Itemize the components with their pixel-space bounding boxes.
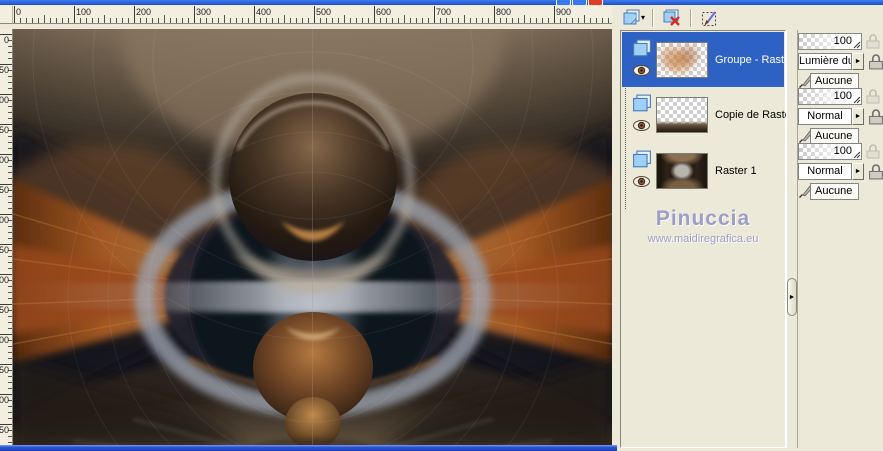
ruler-tick-label: 200 <box>136 7 152 17</box>
ruler-vertical: 0 50 100 150 200 250 300 350 400 450 500 550 600 650 <box>0 29 13 448</box>
ruler-tick-label: 50 <box>0 65 9 75</box>
watermark: Pinuccia www.maidiregrafica.eu <box>621 207 785 245</box>
opacity-slider[interactable]: 100 <box>798 143 862 160</box>
blend-mode-select[interactable]: Normal <box>798 163 852 180</box>
link-lock-icon[interactable] <box>866 89 880 104</box>
slider-grip-icon[interactable] <box>853 96 861 104</box>
watermark-url: www.maidiregrafica.eu <box>647 233 759 245</box>
controls-copie-de-raster-1: 100 Normal ► Aucune <box>798 88 883 148</box>
ruler-tick-label: 300 <box>196 7 212 17</box>
slider-grip-icon[interactable] <box>853 41 861 49</box>
right-arrow-icon: ► <box>854 168 862 175</box>
layers-icon <box>623 9 640 25</box>
visibility-eye-icon[interactable] <box>633 175 650 187</box>
layer-thumbnail[interactable] <box>656 152 708 189</box>
blend-mode-arrow-button[interactable]: ► <box>852 163 864 180</box>
ruler-corner <box>0 6 13 24</box>
ruler-tick-label: 800 <box>496 7 512 17</box>
blend-mode-select[interactable]: Lumière dure <box>798 53 852 70</box>
ruler-tick-label: 150 <box>0 125 9 135</box>
ruler-tick-label: 350 <box>0 245 9 255</box>
ruler-tick-label: 450 <box>0 305 9 315</box>
layers-toolbar: ▾ <box>617 5 883 30</box>
ruler-tick-label: 0 <box>3 35 9 45</box>
ruler-tick-label: 650 <box>0 425 9 435</box>
layer-thumbnail[interactable] <box>656 96 708 133</box>
edit-selection-icon <box>702 10 716 26</box>
ruler-tick-label: 250 <box>0 185 9 195</box>
layer-type-icon <box>633 94 651 111</box>
layer-list: Groupe - Raster 2 Copie de Raster 1 Rast… <box>620 30 804 448</box>
link-lock-icon[interactable] <box>866 34 880 49</box>
ruler-tick-label: 900 <box>556 7 572 17</box>
right-arrow-icon: ► <box>854 113 862 120</box>
opacity-slider[interactable]: 100 <box>798 33 862 50</box>
ruler-tick-label: 400 <box>0 275 9 285</box>
ruler-tick-label: 200 <box>0 155 9 165</box>
layer-row-raster-1[interactable]: Raster 1 <box>622 143 784 198</box>
canvas-window: 0 100 200 300 400 500 600 700 800 900 0 50 100 150 20… <box>0 5 617 451</box>
edit-selection-button[interactable] <box>697 7 723 29</box>
ruler-tick-label: 700 <box>436 7 452 17</box>
layers-palette: ▾ Groupe - Raster 2 Copie de Raster 1 Ra… <box>617 5 883 451</box>
ruler-tick-label: 500 <box>0 335 9 345</box>
delete-layer-icon <box>663 9 680 26</box>
visibility-eye-icon[interactable] <box>633 64 650 76</box>
transparency-lock-icon[interactable] <box>868 163 883 180</box>
ruler-tick-label: 550 <box>0 365 9 375</box>
toolbar-separator <box>690 8 692 27</box>
opacity-slider[interactable]: 100 <box>798 88 862 105</box>
layer-row-copie-de-raster-1[interactable]: Copie de Raster 1 <box>622 87 804 142</box>
ruler-horizontal: 0 100 200 300 400 500 600 700 800 900 <box>13 6 612 24</box>
splitter-handle[interactable]: ► <box>787 278 797 316</box>
layer-icons <box>630 92 654 138</box>
new-layer-button[interactable]: ▾ <box>621 7 647 29</box>
transparency-lock-icon[interactable] <box>868 108 883 125</box>
layer-row-groupe-raster-2[interactable]: Groupe - Raster 2 <box>622 32 803 87</box>
opacity-value: 100 <box>833 90 852 102</box>
toolbar-separator <box>652 8 654 27</box>
layer-controls-column: 100 Lumière dure ► <box>798 30 883 448</box>
layer-type-icon <box>633 150 651 167</box>
controls-groupe-raster-2: 100 Lumière dure ► <box>798 33 883 93</box>
right-arrow-icon: ► <box>854 58 862 65</box>
splitter-arrow-icon: ► <box>788 293 796 301</box>
delete-layer-button[interactable] <box>659 7 685 29</box>
bottom-window-strip <box>0 445 617 451</box>
visibility-eye-icon[interactable] <box>633 119 650 131</box>
layer-icons <box>630 37 654 83</box>
canvas-image[interactable] <box>13 29 612 448</box>
layer-thumbnail[interactable] <box>656 41 708 78</box>
link-lock-icon[interactable] <box>866 144 880 159</box>
ruler-tick-label: 100 <box>76 7 92 17</box>
palette-splitter[interactable]: ► <box>786 30 798 448</box>
transparency-lock-icon[interactable] <box>868 53 883 70</box>
slider-grip-icon[interactable] <box>853 151 861 159</box>
ruler-tick-label: 500 <box>316 7 332 17</box>
layer-label: Raster 1 <box>715 164 757 177</box>
ruler-tick-label: 100 <box>0 95 9 105</box>
ruler-tick-label: 600 <box>0 395 9 405</box>
blend-mode-select[interactable]: Normal <box>798 108 852 125</box>
ruler-tick-label: 600 <box>376 7 392 17</box>
layer-icons <box>630 148 654 194</box>
opacity-value: 100 <box>833 35 852 47</box>
layer-link-button[interactable]: Aucune <box>810 183 860 200</box>
dropdown-caret-icon[interactable]: ▾ <box>641 13 645 22</box>
blend-mode-arrow-button[interactable]: ► <box>852 53 864 70</box>
ruler-tick-label: 400 <box>256 7 272 17</box>
watermark-title: Pinuccia <box>655 207 751 230</box>
controls-raster-1: 100 Normal ► Aucune <box>798 143 883 203</box>
layer-type-icon <box>633 39 651 56</box>
blend-mode-arrow-button[interactable]: ► <box>852 108 864 125</box>
ruler-tick-label: 300 <box>0 215 9 225</box>
ruler-tick-label: 0 <box>16 7 22 17</box>
fractal-artwork <box>13 29 612 448</box>
opacity-value: 100 <box>833 145 852 157</box>
